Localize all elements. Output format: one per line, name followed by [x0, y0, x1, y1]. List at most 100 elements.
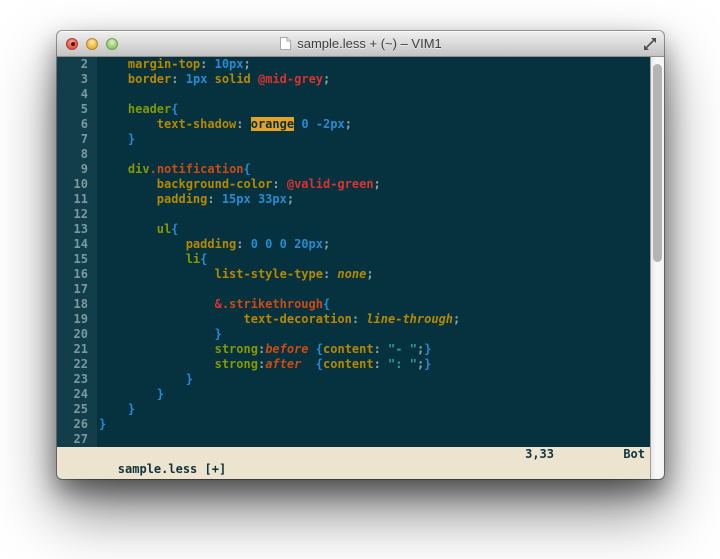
code-text: &.strikethrough{: [97, 297, 650, 312]
code-token: background-color: [157, 177, 273, 191]
code-token: .notification: [150, 162, 244, 176]
code-token: }: [424, 342, 431, 356]
code-text: }: [97, 417, 650, 432]
edited-indicator-dot: [71, 42, 75, 46]
code-token: [99, 372, 186, 386]
code-token: [99, 57, 128, 71]
code-text: li{: [97, 252, 650, 267]
scrollbar-track[interactable]: [650, 57, 664, 479]
code-token: [99, 327, 215, 341]
scrollbar-thumb[interactable]: [653, 64, 662, 262]
code-line: 21 strong:before {content: "- ";}: [57, 342, 650, 357]
code-line: 12: [57, 207, 650, 222]
code-token: 0 -2px: [301, 117, 344, 131]
line-number: 20: [57, 327, 97, 342]
line-number: 26: [57, 417, 97, 432]
code-token: :: [207, 192, 221, 206]
code-token: none: [337, 267, 366, 281]
code-line: 20 }: [57, 327, 650, 342]
title-group: sample.less + (~) – VIM1: [57, 31, 664, 56]
code-token: [99, 342, 215, 356]
code-line: 18 &.strikethrough{: [57, 297, 650, 312]
line-number: 21: [57, 342, 97, 357]
code-token: ;: [345, 117, 352, 131]
line-number: 11: [57, 192, 97, 207]
code-token: :: [236, 117, 250, 131]
code-token: @valid-green: [287, 177, 374, 191]
code-token: strong: [215, 357, 258, 371]
code-line: 9 div.notification{: [57, 162, 650, 177]
code-token: content: [323, 342, 374, 356]
close-icon[interactable]: [66, 38, 78, 50]
code-token: [99, 252, 186, 266]
code-token: [99, 192, 157, 206]
code-text: [97, 87, 650, 102]
code-token: @mid-grey: [258, 72, 323, 86]
macvim-window: sample.less + (~) – VIM1 2 margin-top: 1…: [57, 31, 664, 479]
line-number: 25: [57, 402, 97, 417]
line-number: 22: [57, 357, 97, 372]
code-line: 4: [57, 87, 650, 102]
code-line: 25 }: [57, 402, 650, 417]
code-token: 15px 33px: [222, 192, 287, 206]
code-text: list-style-type: none;: [97, 267, 650, 282]
code-token: [99, 162, 128, 176]
code-token: ;: [323, 72, 330, 86]
code-line: 8: [57, 147, 650, 162]
vim-statusline: sample.less [+] 3,33 Bot: [57, 447, 650, 479]
code-token: ;: [366, 267, 373, 281]
code-token: strong: [215, 342, 258, 356]
code-token: [99, 387, 157, 401]
code-token: line-through: [366, 312, 453, 326]
code-token: [99, 72, 128, 86]
code-text: border: 1px solid @mid-grey;: [97, 72, 650, 87]
code-token: text-shadow: [157, 117, 236, 131]
code-token: [251, 72, 258, 86]
code-token: ul: [157, 222, 171, 236]
code-token: :: [171, 72, 185, 86]
code-token: {: [316, 342, 323, 356]
code-token: [99, 312, 244, 326]
title-bar[interactable]: sample.less + (~) – VIM1: [57, 31, 664, 57]
minimize-icon[interactable]: [86, 38, 98, 50]
code-token: }: [215, 327, 222, 341]
line-number: 7: [57, 132, 97, 147]
code-token: header: [128, 102, 171, 116]
vim-editor[interactable]: 2 margin-top: 10px;3 border: 1px solid @…: [57, 57, 650, 479]
code-token: "- ": [388, 342, 417, 356]
code-token: border: [128, 72, 171, 86]
document-icon: [279, 36, 292, 51]
code-text: padding: 0 0 0 20px;: [97, 237, 650, 252]
code-token: solid: [215, 72, 251, 86]
code-token: 10px: [215, 57, 244, 71]
code-token: ;: [323, 237, 330, 251]
code-text: background-color: @valid-green;: [97, 177, 650, 192]
code-token: text-decoration: [244, 312, 352, 326]
line-number: 5: [57, 102, 97, 117]
code-token: [99, 117, 157, 131]
code-token: :: [374, 342, 388, 356]
code-line: 3 border: 1px solid @mid-grey;: [57, 72, 650, 87]
code-token: margin-top: [128, 57, 200, 71]
line-number: 24: [57, 387, 97, 402]
window-controls: [66, 38, 118, 50]
code-token: }: [128, 402, 135, 416]
zoom-icon[interactable]: [106, 38, 118, 50]
code-token: [99, 222, 157, 236]
code-line: 6 text-shadow: orange 0 -2px;: [57, 117, 650, 132]
code-text: }: [97, 387, 650, 402]
code-line: 26}: [57, 417, 650, 432]
code-text: ul{: [97, 222, 650, 237]
code-text: }: [97, 372, 650, 387]
code-token: [99, 237, 186, 251]
code-token: }: [157, 387, 164, 401]
code-token: :: [200, 57, 214, 71]
code-token: ;: [287, 192, 294, 206]
line-number: 15: [57, 252, 97, 267]
code-token: [309, 342, 316, 356]
code-line: 19 text-decoration: line-through;: [57, 312, 650, 327]
code-token: .strikethrough: [222, 297, 323, 311]
fullscreen-arrows-icon[interactable]: [643, 37, 657, 51]
code-token: {: [323, 297, 330, 311]
code-token: [99, 267, 215, 281]
